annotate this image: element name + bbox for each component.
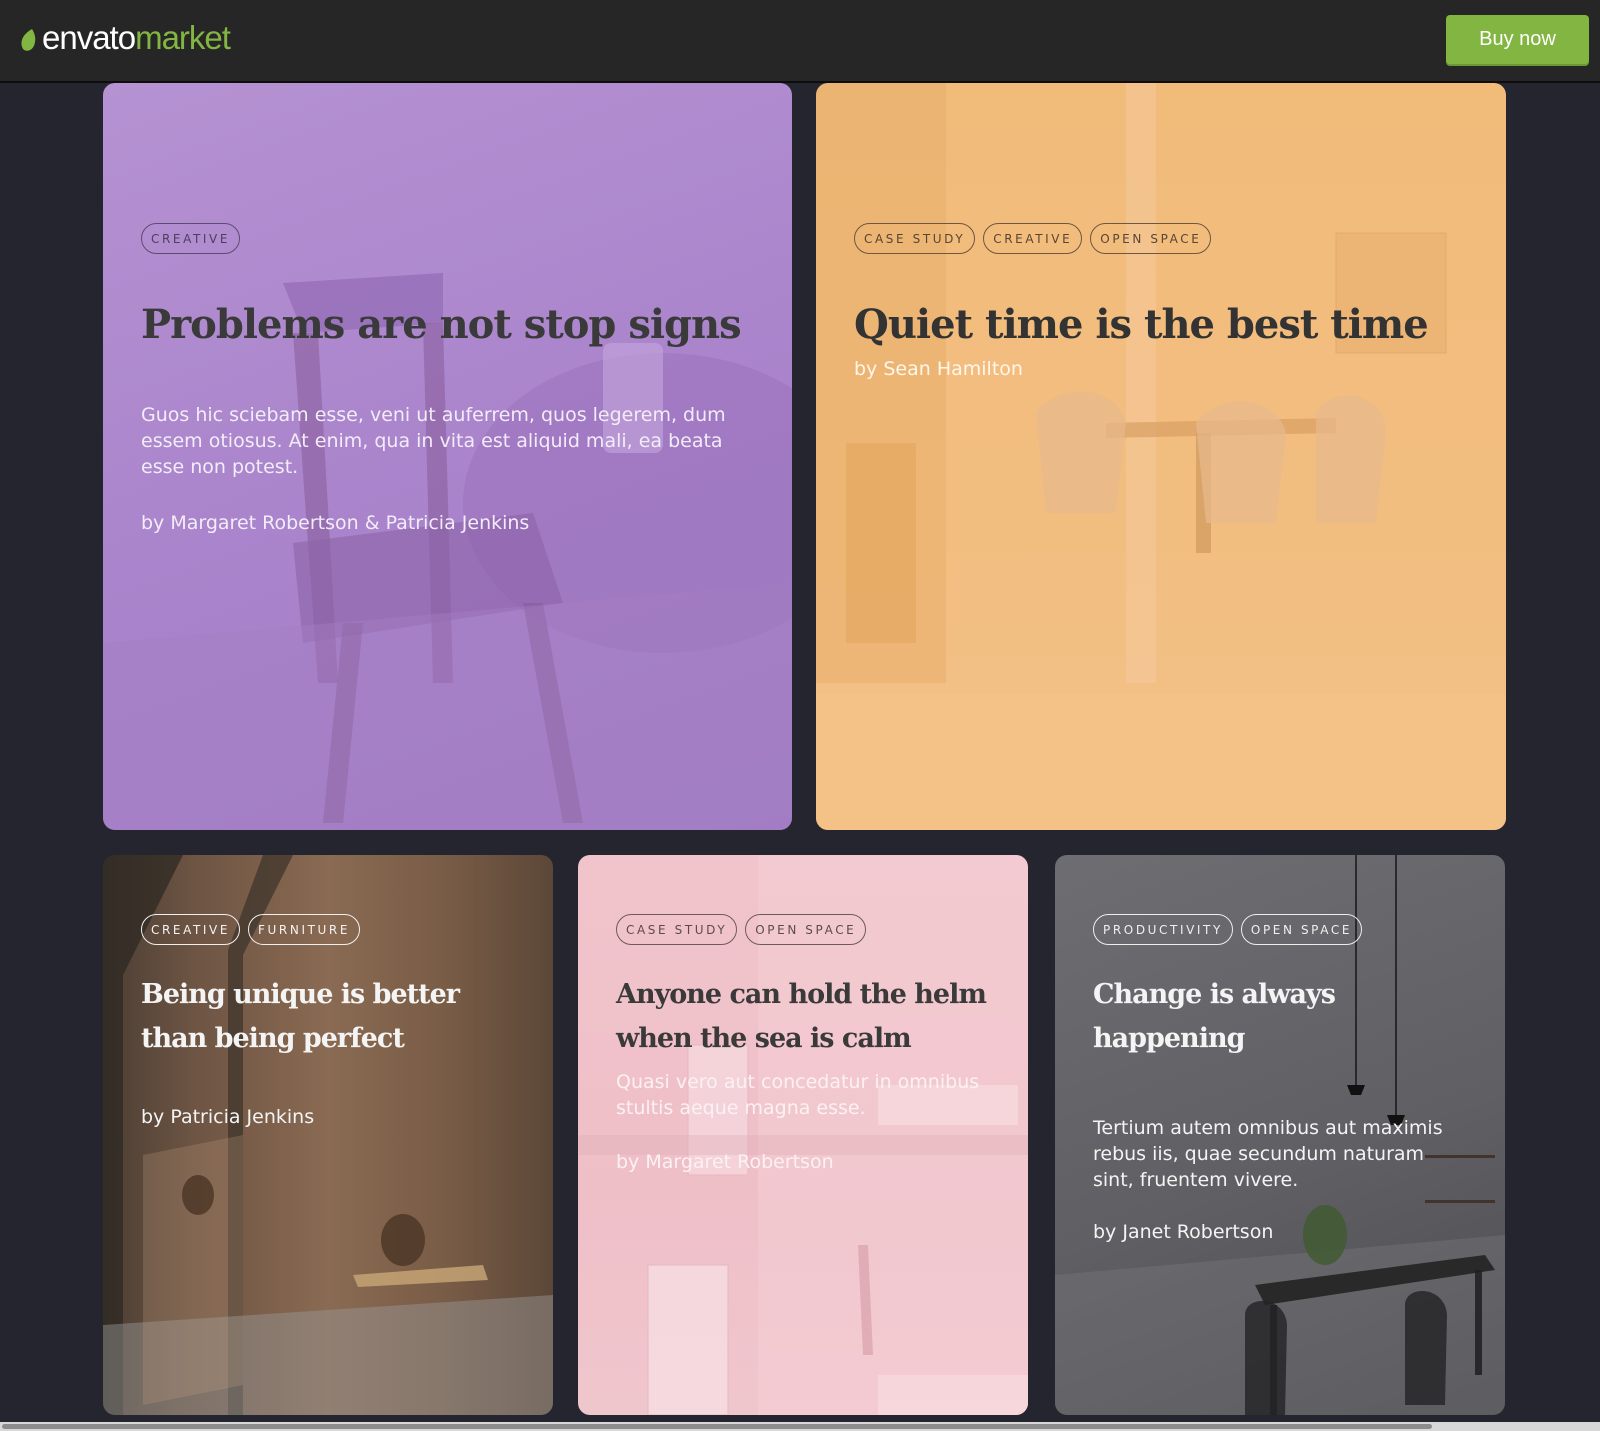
card-title[interactable]: Quiet time is the best time (854, 292, 1476, 358)
card-author: by Patricia Jenkins (141, 1106, 315, 1128)
tag-list: CASE STUDY CREATIVE OPEN SPACE (854, 223, 1476, 254)
tag-productivity[interactable]: PRODUCTIVITY (1093, 914, 1233, 945)
card-background-image (816, 83, 1506, 830)
tag-furniture[interactable]: FURNITURE (248, 914, 361, 945)
horizontal-scrollbar[interactable] (0, 1422, 1600, 1431)
scrollbar-thumb[interactable] (2, 1424, 1432, 1429)
envato-market-logo[interactable]: envatomarket (19, 18, 231, 58)
card-author: by Margaret Robertson & Patricia Jenkins (141, 512, 530, 534)
tag-creative[interactable]: CREATIVE (983, 223, 1083, 254)
tag-open-space[interactable]: OPEN SPACE (1240, 914, 1363, 945)
card-excerpt: Tertium autem omnibus aut maximis rebus … (1093, 1117, 1443, 1191)
tag-list: PRODUCTIVITY OPEN SPACE (1093, 914, 1475, 945)
card-author: by Sean Hamilton (854, 358, 1023, 380)
card-content: CREATIVE Problems are not stop signs Guo… (141, 223, 762, 534)
card-excerpt: Guos hic sciebam esse, veni ut auferrem,… (141, 404, 726, 478)
post-card-problems[interactable]: CREATIVE Problems are not stop signs Guo… (103, 83, 792, 830)
post-card-quiet-time[interactable]: CASE STUDY CREATIVE OPEN SPACE Quiet tim… (816, 83, 1506, 830)
card-title[interactable]: Anyone can hold the helm when the sea is… (616, 973, 998, 1061)
tag-open-space[interactable]: OPEN SPACE (1090, 223, 1212, 254)
card-content: CASE STUDY OPEN SPACE Anyone can hold th… (616, 914, 998, 1173)
logo-word-envato: envato (42, 19, 136, 56)
tag-list: CREATIVE FURNITURE (141, 914, 523, 945)
top-bar: envatomarket Buy now (0, 0, 1600, 83)
tag-case-study[interactable]: CASE STUDY (616, 914, 738, 945)
post-card-change[interactable]: PRODUCTIVITY OPEN SPACE Change is always… (1055, 855, 1505, 1415)
post-card-anyone-can-hold[interactable]: CASE STUDY OPEN SPACE Anyone can hold th… (578, 855, 1028, 1415)
tag-creative[interactable]: CREATIVE (141, 223, 241, 254)
card-content: CASE STUDY CREATIVE OPEN SPACE Quiet tim… (854, 223, 1476, 380)
tag-list: CASE STUDY OPEN SPACE (616, 914, 998, 945)
card-author: by Margaret Robertson (616, 1151, 834, 1173)
card-author: by Janet Robertson (1093, 1221, 1274, 1243)
card-excerpt: Quasi vero aut concedatur in omnibus stu… (616, 1071, 980, 1119)
card-content: PRODUCTIVITY OPEN SPACE Change is always… (1093, 914, 1475, 1243)
card-title[interactable]: Problems are not stop signs (141, 292, 762, 358)
buy-now-button[interactable]: Buy now (1446, 15, 1589, 64)
card-content: CREATIVE FURNITURE Being unique is bette… (141, 914, 523, 1128)
leaf-icon (21, 29, 36, 51)
tag-list: CREATIVE (141, 223, 762, 254)
tag-case-study[interactable]: CASE STUDY (854, 223, 976, 254)
card-title[interactable]: Change is always happening (1093, 973, 1475, 1061)
tag-creative[interactable]: CREATIVE (141, 914, 241, 945)
tag-open-space[interactable]: OPEN SPACE (745, 914, 867, 945)
post-card-being-unique[interactable]: CREATIVE FURNITURE Being unique is bette… (103, 855, 553, 1415)
logo-wordmark: envatomarket (42, 19, 231, 57)
card-title[interactable]: Being unique is better than being perfec… (141, 973, 523, 1061)
logo-word-market: market (135, 19, 231, 56)
